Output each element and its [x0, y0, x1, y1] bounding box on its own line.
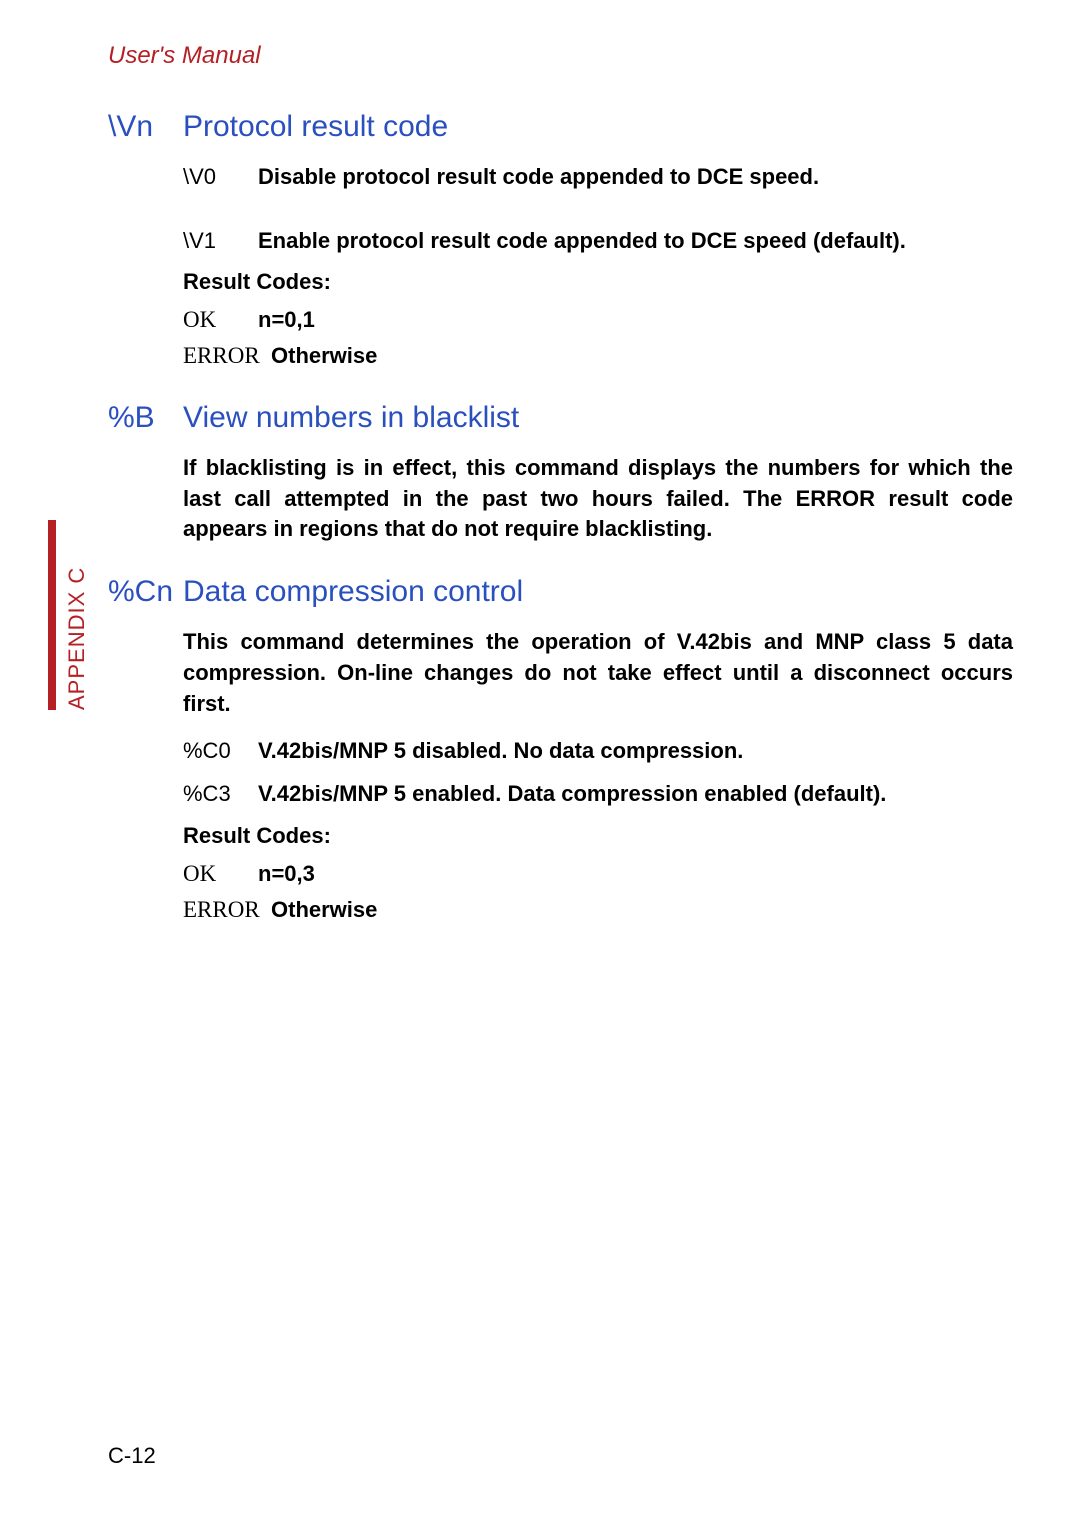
option-desc: Disable protocol result code appended to…: [258, 162, 819, 192]
section-b: %B View numbers in blacklist If blacklis…: [108, 401, 1013, 545]
option-desc: V.42bis/MNP 5 enabled. Data compression …: [258, 779, 886, 809]
section-cmd: %Cn: [108, 575, 183, 609]
result-desc: Otherwise: [271, 341, 377, 371]
result-desc: n=0,1: [258, 305, 315, 335]
result-code: ERROR: [183, 897, 271, 923]
section-head-b: %B View numbers in blacklist: [108, 401, 1013, 435]
result-codes-label: Result Codes:: [183, 823, 1013, 849]
section-title: Data compression control: [183, 575, 523, 609]
option-code: %C3: [183, 781, 258, 807]
option-desc: Enable protocol result code appended to …: [258, 226, 906, 256]
content: \Vn Protocol result code \V0 Disable pro…: [108, 110, 1013, 954]
side-tab-label: APPENDIX C: [64, 567, 90, 710]
option-row: %C3 V.42bis/MNP 5 enabled. Data compress…: [183, 779, 1013, 809]
page-number: C-12: [108, 1443, 156, 1469]
section-title: View numbers in blacklist: [183, 401, 519, 435]
result-code: ERROR: [183, 343, 271, 369]
option-desc: V.42bis/MNP 5 disabled. No data compress…: [258, 736, 743, 766]
page-header: User's Manual: [108, 42, 261, 70]
section-body: \V0 Disable protocol result code appende…: [183, 162, 1013, 371]
section-cmd: %B: [108, 401, 183, 435]
section-paragraph: If blacklisting is in effect, this comma…: [183, 453, 1013, 545]
option-code: \V0: [183, 164, 258, 190]
option-code: \V1: [183, 228, 258, 254]
option-row: %C0 V.42bis/MNP 5 disabled. No data comp…: [183, 736, 1013, 766]
section-body: This command determines the operation of…: [183, 627, 1013, 924]
option-row: \V0 Disable protocol result code appende…: [183, 162, 1013, 192]
section-head-cn: %Cn Data compression control: [108, 575, 1013, 609]
result-code: OK: [183, 307, 258, 333]
section-cn: %Cn Data compression control This comman…: [108, 575, 1013, 924]
section-body: If blacklisting is in effect, this comma…: [183, 453, 1013, 545]
result-codes-label: Result Codes:: [183, 269, 1013, 295]
side-tab-bar: [48, 520, 56, 710]
result-row: OK n=0,1: [183, 305, 1013, 335]
result-row: ERROR Otherwise: [183, 341, 1013, 371]
result-desc: n=0,3: [258, 859, 315, 889]
result-row: ERROR Otherwise: [183, 895, 1013, 925]
section-cmd: \Vn: [108, 110, 183, 144]
page: User's Manual APPENDIX C \Vn Protocol re…: [0, 0, 1080, 1529]
option-row: \V1 Enable protocol result code appended…: [183, 226, 1013, 256]
result-code: OK: [183, 861, 258, 887]
result-row: OK n=0,3: [183, 859, 1013, 889]
section-head-vn: \Vn Protocol result code: [108, 110, 1013, 144]
section-vn: \Vn Protocol result code \V0 Disable pro…: [108, 110, 1013, 371]
option-code: %C0: [183, 738, 258, 764]
result-desc: Otherwise: [271, 895, 377, 925]
section-paragraph: This command determines the operation of…: [183, 627, 1013, 719]
section-title: Protocol result code: [183, 110, 448, 144]
